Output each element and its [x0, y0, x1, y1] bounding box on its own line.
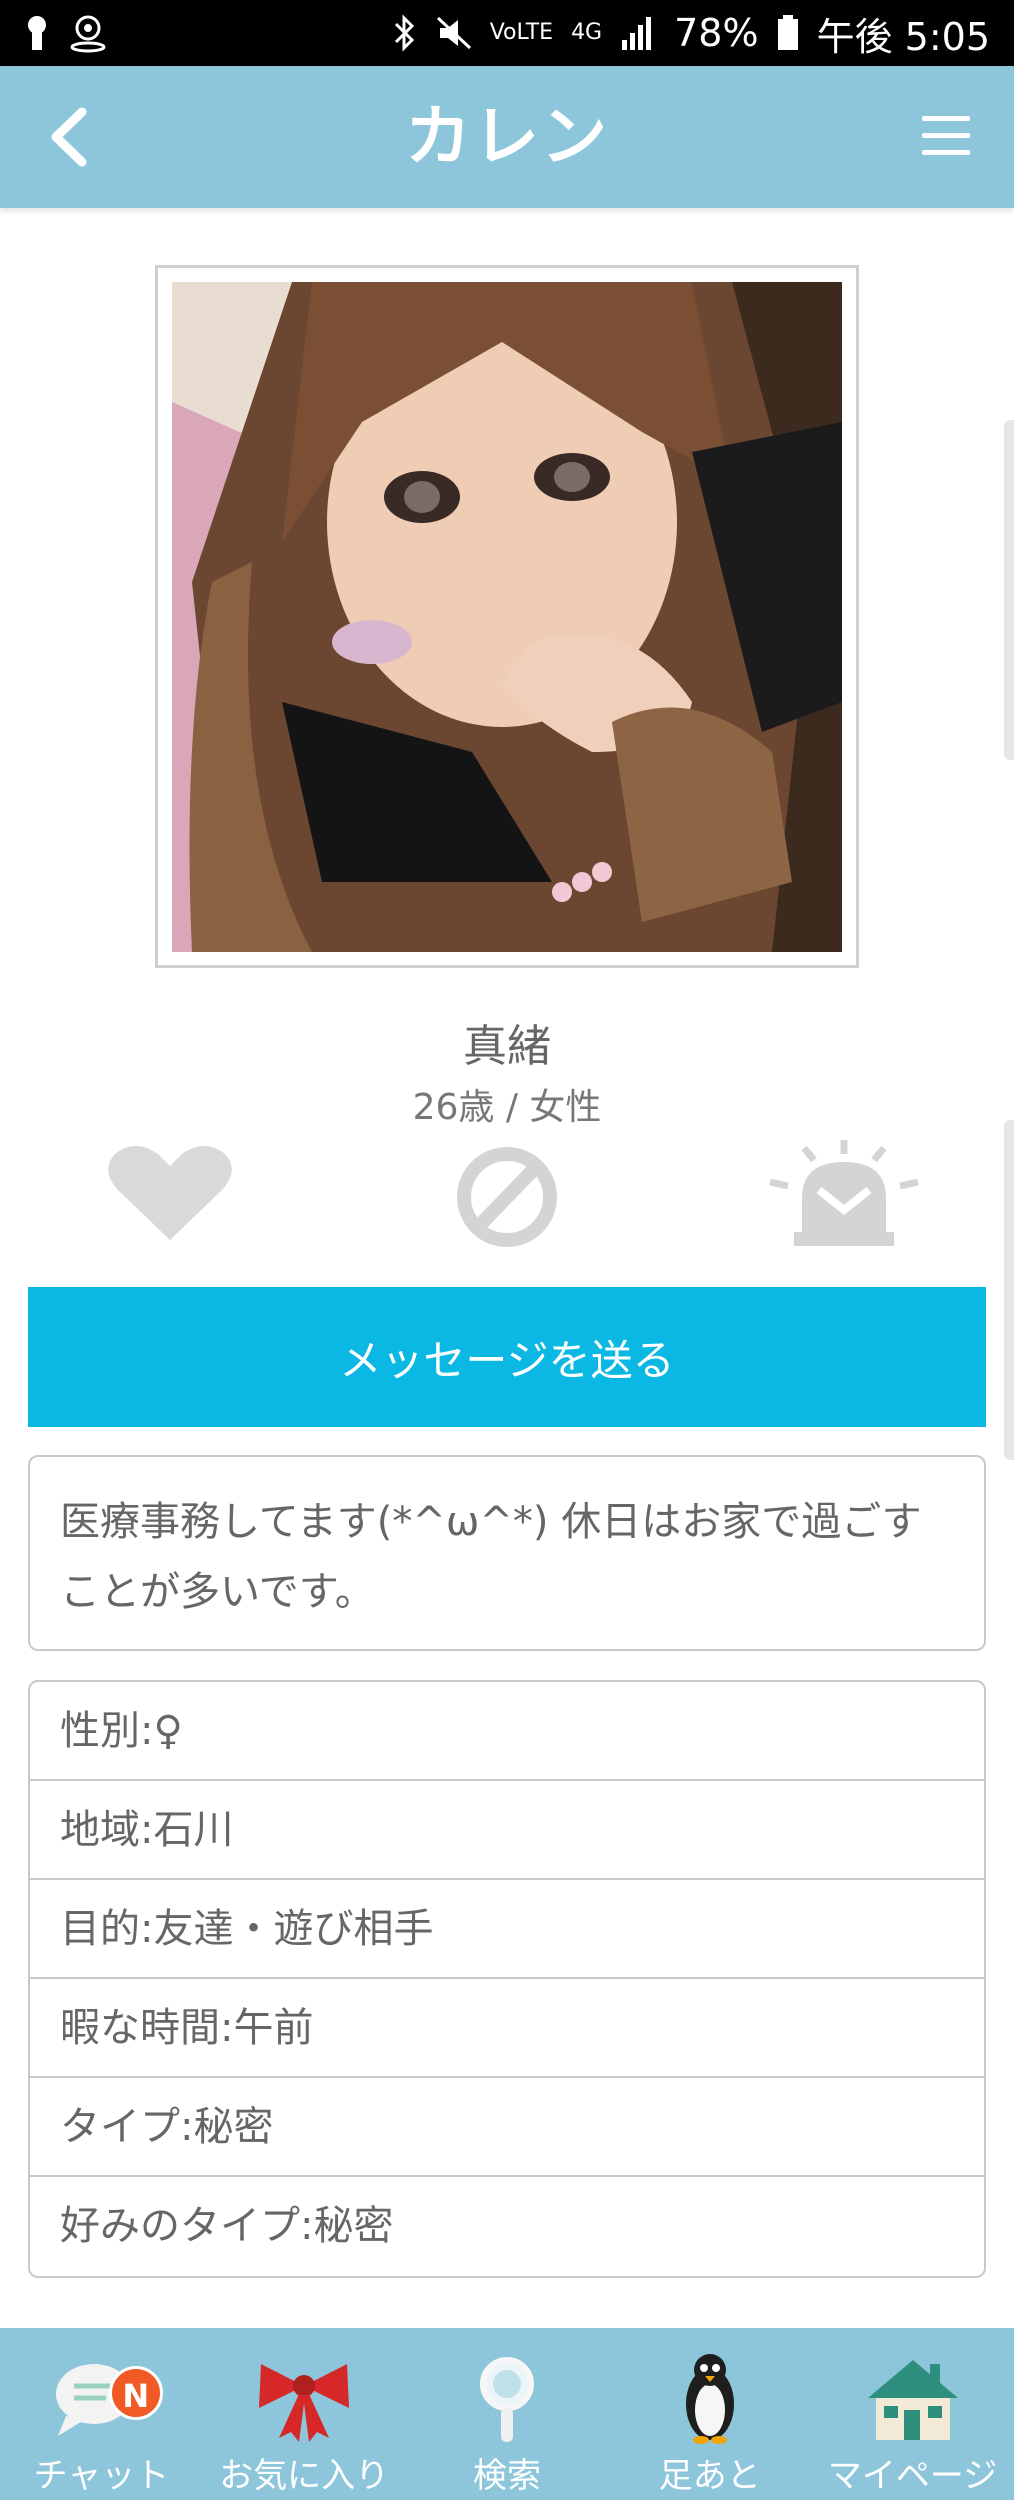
- battery-icon: [777, 15, 798, 50]
- detail-free-time: 暇な時間:午前: [30, 1979, 984, 2078]
- detail-purpose: 目的:友達・遊び相手: [30, 1880, 984, 1979]
- location-icon: [70, 15, 106, 53]
- detail-region: 地域:石川: [30, 1781, 984, 1880]
- profile-age-gender: 26歳 / 女性: [412, 1087, 602, 1128]
- tab-mypage[interactable]: マイページ: [811, 2328, 1014, 2500]
- volte-indicator: VoLTE: [489, 20, 554, 45]
- profile-details: 性別:♀ 地域:石川 目的:友達・遊び相手 暇な時間:午前 タイプ:秘密 好みの…: [28, 1680, 986, 2278]
- send-message-button[interactable]: メッセージを送る: [28, 1287, 986, 1427]
- penguin-icon: [685, 2354, 734, 2444]
- tab-favorites-label: お気に入り: [219, 2456, 390, 2496]
- signal-icon: [622, 17, 652, 50]
- magnifier-icon: [479, 2357, 534, 2442]
- bottom-tab-bar: N チャット お気に入り 検索 足あと マイページ: [0, 2328, 1014, 2500]
- status-left: [24, 13, 108, 53]
- tab-mypage-label: マイページ: [827, 2456, 998, 2496]
- tab-search[interactable]: 検索: [406, 2328, 609, 2500]
- tab-search-label: 検索: [472, 2456, 541, 2496]
- intro-text: 医療事務してます(*^ω^*) 休日はお家で過ごすことが多いです。: [28, 1455, 986, 1651]
- profile-photo-image: [172, 282, 842, 952]
- tab-footprints-label: 足あと: [658, 2456, 761, 2496]
- bluetooth-icon: [394, 14, 414, 52]
- page-title: カレン: [405, 98, 609, 175]
- detail-preferred-type: 好みのタイプ:秘密: [60, 2203, 394, 2249]
- battery-percent: 78%: [674, 11, 759, 55]
- profile-photo-frame: [155, 265, 859, 968]
- keyhole-icon: [28, 16, 46, 50]
- scrollbar[interactable]: [1004, 420, 1014, 760]
- mute-icon: [436, 16, 471, 50]
- tab-chat[interactable]: N チャット: [0, 2328, 203, 2500]
- house-icon: [867, 2360, 958, 2440]
- chat-new-badge: N: [108, 2366, 163, 2420]
- detail-type: タイプ:秘密: [30, 2078, 984, 2177]
- tab-favorites[interactable]: お気に入り: [203, 2328, 406, 2500]
- tab-footprints[interactable]: 足あと: [608, 2328, 811, 2500]
- app-header: カレン: [0, 66, 1014, 208]
- heart-icon[interactable]: [90, 1140, 250, 1250]
- ribbon-icon: [259, 2364, 350, 2442]
- menu-icon[interactable]: [922, 116, 970, 156]
- profile-photo[interactable]: [172, 282, 842, 952]
- tab-chat-label: チャット: [33, 2456, 170, 2496]
- report-alarm-icon[interactable]: [764, 1140, 924, 1250]
- detail-gender: 性別:♀: [30, 1682, 984, 1781]
- profile-name: 真緒: [463, 1021, 551, 1072]
- network-indicator: 4G: [571, 20, 603, 45]
- status-right: VoLTE 4G 78% 午後 5:05: [392, 6, 990, 61]
- block-icon[interactable]: [427, 1140, 587, 1250]
- scrollbar-lower[interactable]: [1004, 1120, 1014, 1460]
- clock: 午後 5:05: [816, 14, 990, 59]
- status-bar: VoLTE 4G 78% 午後 5:05: [0, 0, 1014, 66]
